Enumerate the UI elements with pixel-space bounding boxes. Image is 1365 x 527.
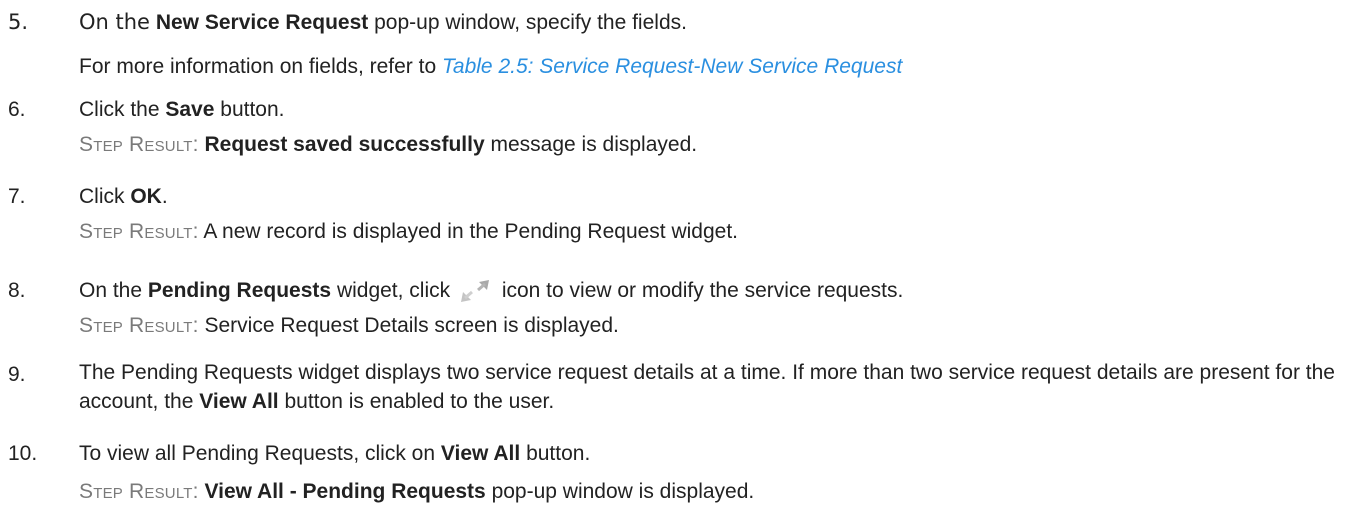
step-body: The Pending Requests widget displays two… [79,361,1335,413]
step-body: To view all Pending Requests, click on V… [79,441,1357,466]
expand-icon [460,279,490,309]
ui-term: View All - Pending Requests [204,480,486,503]
step-instruction: On the Pending Requests widget, click ic… [79,278,1357,309]
step-instruction: To view all Pending Requests, click on V… [79,442,591,465]
step-result: Step Result: Request saved successfully … [79,133,698,156]
step-body: Click OK. [79,184,1357,209]
step-number: 6. [8,98,26,121]
step-number: 10. [8,442,38,465]
step-body: On the New Service Request pop-up window… [79,10,1357,35]
step-instruction: On the New Service Request pop-up window… [79,10,687,34]
step-result-label: Step Result: [79,480,199,503]
ui-term: View All [199,390,279,413]
step-body: Click the Save button. [79,97,1357,122]
step-result: Step Result: View All - Pending Requests… [79,480,755,503]
step-result-label: Step Result: [79,314,199,337]
step-number: 9. [8,363,26,386]
ui-term: Pending Requests [147,279,332,302]
ui-term: Save [165,98,215,121]
step-number: 7. [8,185,26,208]
step-number: 8. [8,279,26,302]
step-instruction: Click the Save button. [79,98,285,121]
step-number: 5. [8,10,29,34]
step-note: For more information on fields, refer to… [79,55,903,78]
step-body: On the Pending Requests widget, click ic… [79,278,1357,309]
table-reference-link[interactable]: Table 2.5: Service Request-New Service R… [442,55,902,78]
step-instruction: Click OK. [79,185,168,208]
step-result: Step Result: Service Request Details scr… [79,314,619,337]
step-result-label: Step Result: [79,220,199,243]
ui-term: New Service Request [155,11,369,34]
ui-term: View All [440,442,521,465]
step-result: Step Result: A new record is displayed i… [79,220,739,243]
step-result-label: Step Result: [79,133,199,156]
ui-term: Request saved successfully [204,133,485,156]
ui-term: OK [130,185,162,208]
